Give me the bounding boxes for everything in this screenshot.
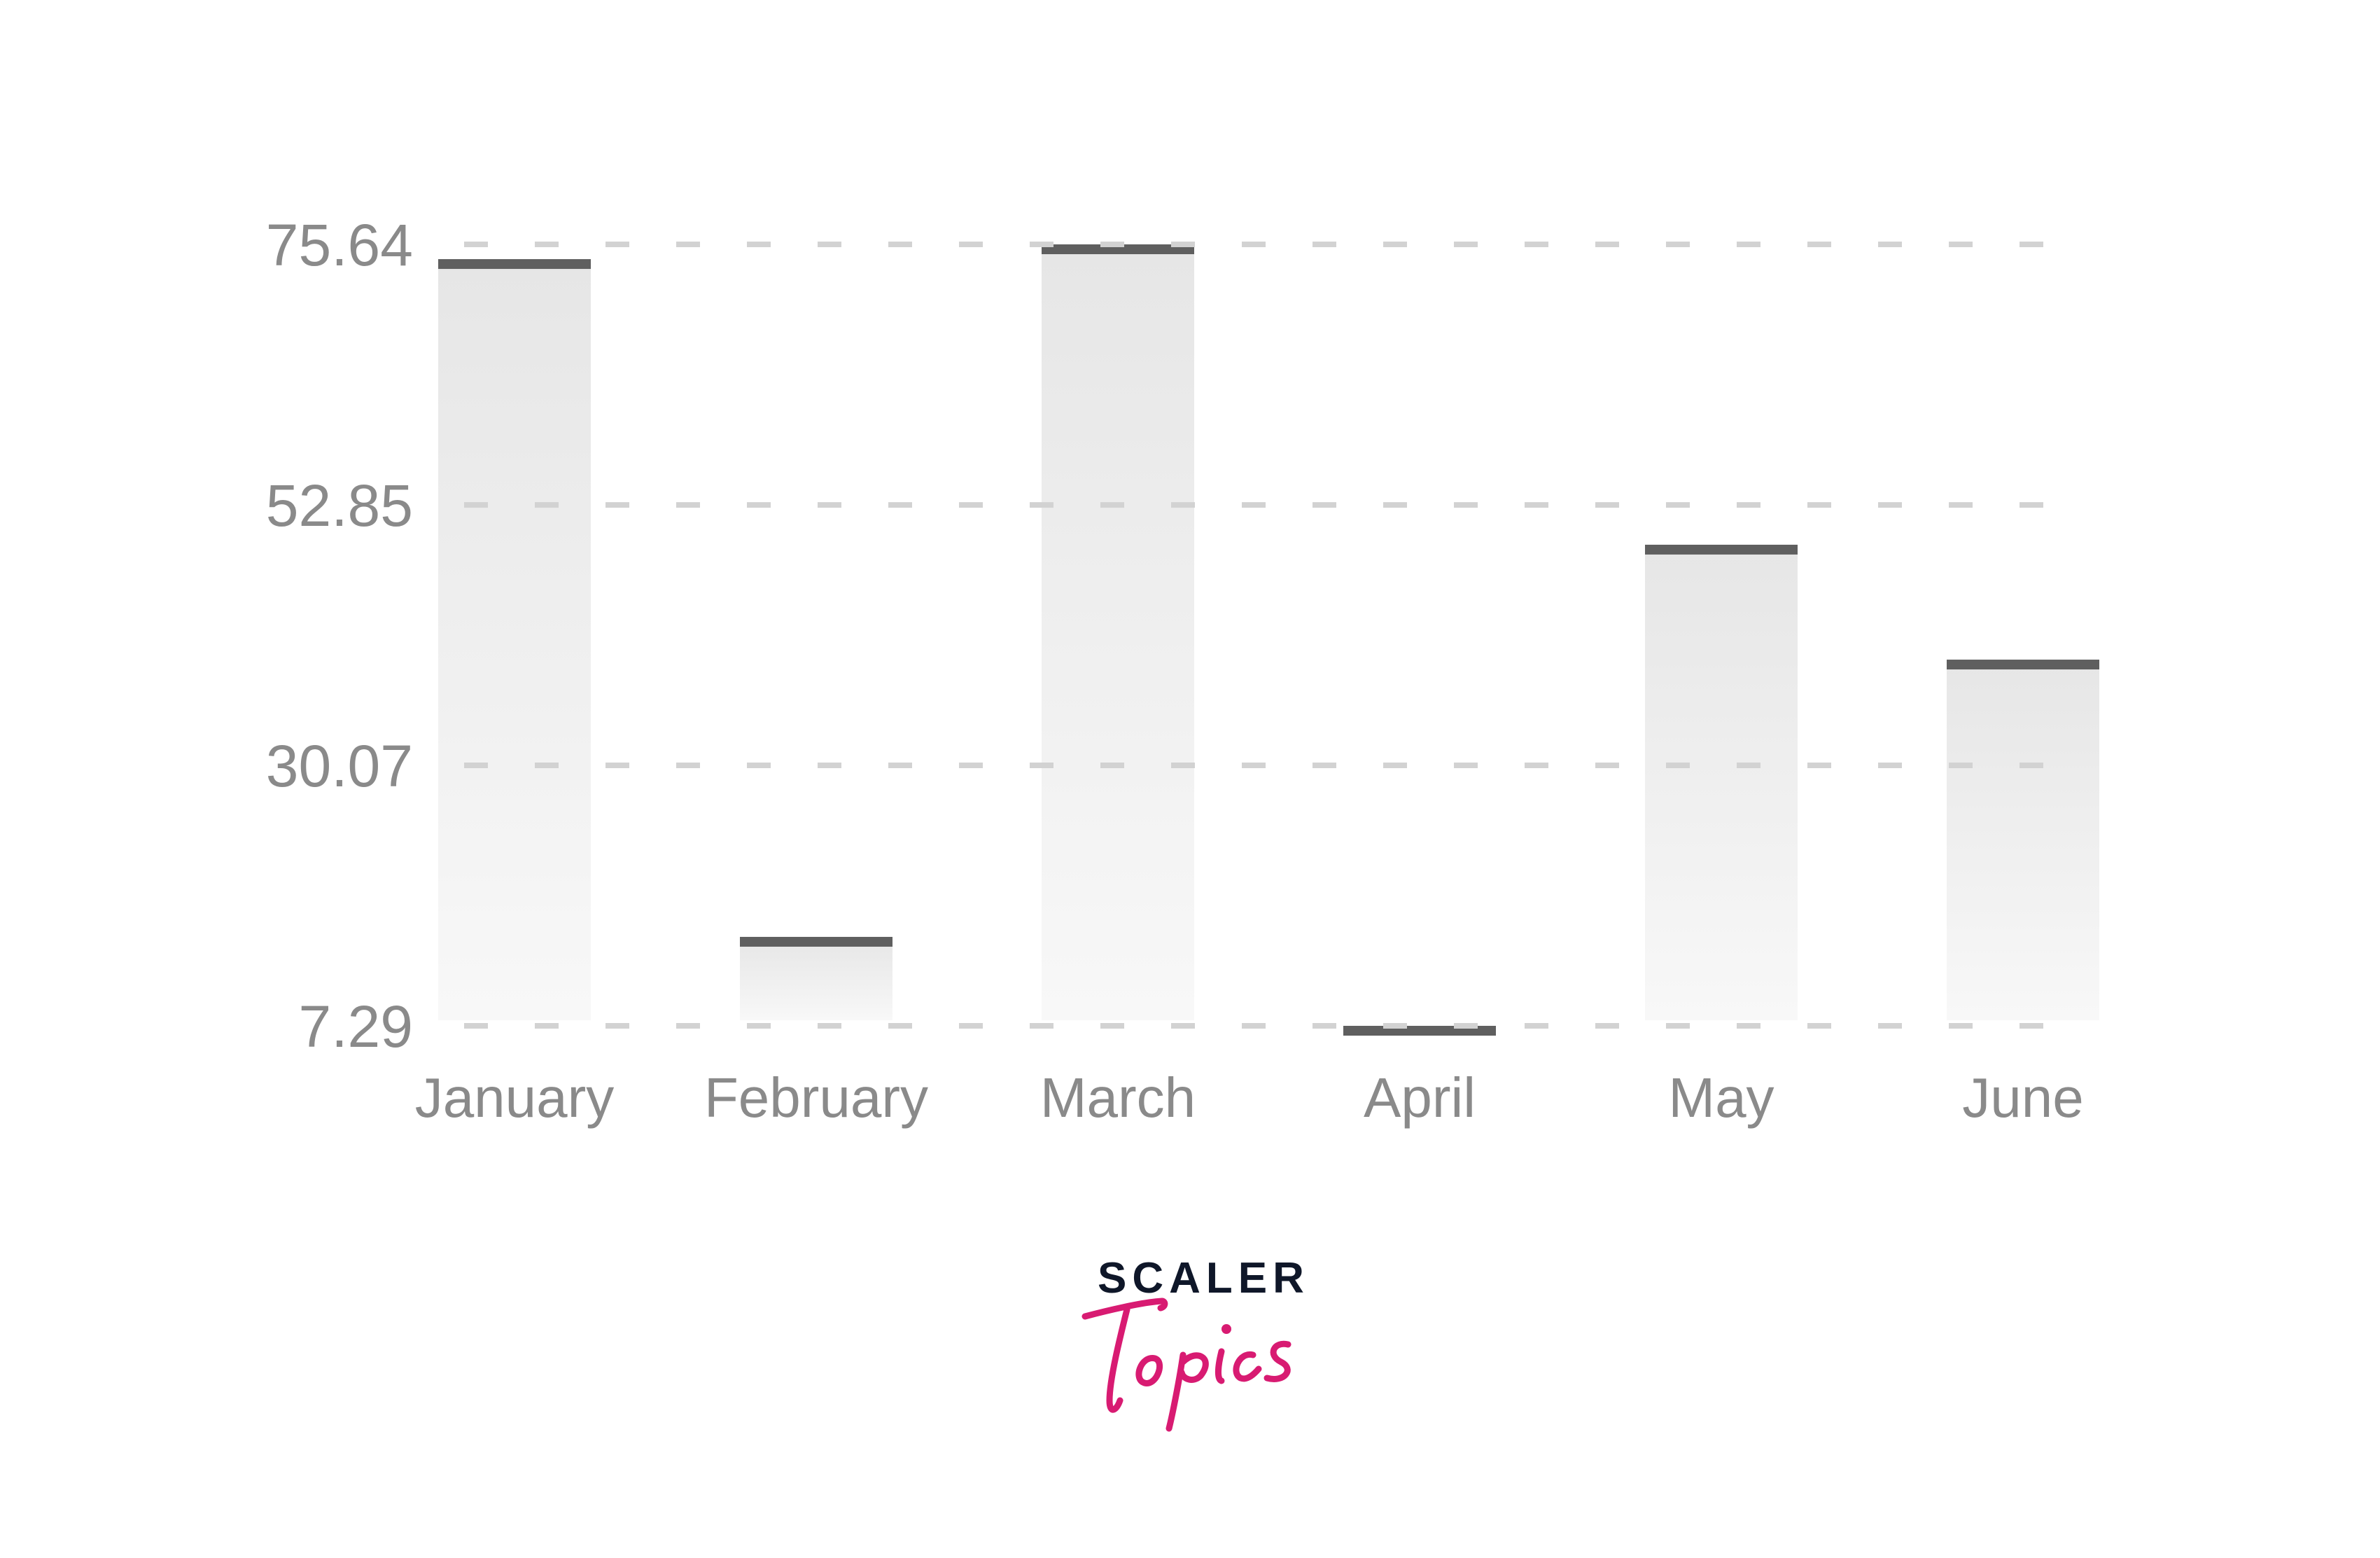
y-tick-label: 7.29 <box>299 994 414 1059</box>
logo-topics-script <box>1082 1298 1292 1432</box>
bar-june <box>1947 660 2099 1020</box>
bar-cap-june <box>1947 660 2099 670</box>
x-tick-label: May <box>1668 1066 1774 1129</box>
y-tick-label: 75.64 <box>266 212 413 278</box>
bar-may <box>1645 544 1798 1020</box>
bar-january <box>438 259 591 1021</box>
x-tick-label: January <box>415 1066 615 1129</box>
y-tick-label: 30.07 <box>266 733 413 799</box>
x-axis: January February March April May June <box>415 1066 2084 1129</box>
bar-cap-january <box>438 259 591 270</box>
gridlines <box>464 242 2054 1029</box>
y-axis: 75.64 52.85 30.07 7.29 <box>266 212 413 1059</box>
x-tick-label: April <box>1364 1066 1476 1129</box>
x-tick-label: June <box>1962 1066 2083 1129</box>
bar-chart: 75.64 52.85 30.07 7.29January February March A… <box>266 212 2099 1129</box>
bar-cap-may <box>1645 544 1798 555</box>
bars <box>438 244 2099 1036</box>
bar-february <box>740 936 892 1020</box>
bar-cap-february <box>740 936 892 947</box>
x-tick-label: February <box>704 1066 928 1129</box>
bar-march <box>1042 244 1194 1020</box>
y-tick-label: 52.85 <box>266 473 413 538</box>
scaler-topics-logo: SCALER <box>1078 1253 1316 1435</box>
x-tick-label: March <box>1040 1066 1196 1129</box>
